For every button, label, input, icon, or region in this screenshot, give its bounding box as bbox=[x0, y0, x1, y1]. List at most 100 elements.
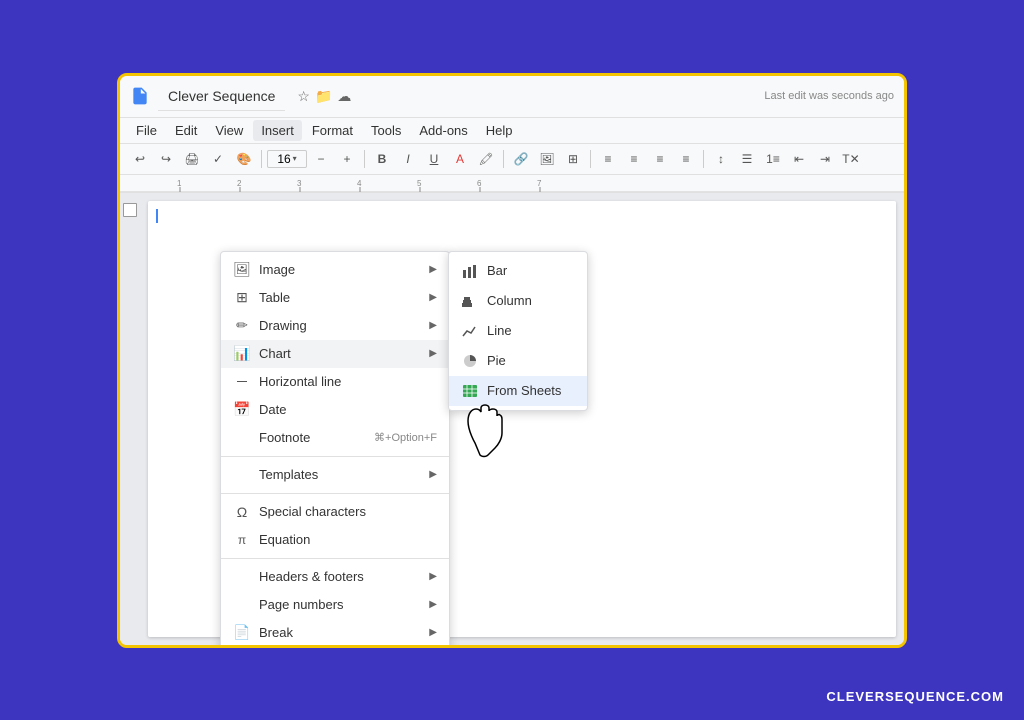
image-menu-icon: 🖼 bbox=[233, 261, 251, 279]
redo-btn[interactable]: ↪ bbox=[154, 147, 178, 171]
font-size-box[interactable]: 16 ▾ bbox=[267, 150, 307, 168]
insert-special-chars-item[interactable]: Ω Special characters bbox=[221, 498, 449, 526]
svg-text:6: 6 bbox=[477, 179, 482, 188]
image-menu-label: Image bbox=[259, 262, 421, 277]
numbered-list-btn[interactable]: 1≡ bbox=[761, 147, 785, 171]
headers-footers-menu-icon bbox=[233, 568, 251, 586]
break-menu-label: Break bbox=[259, 625, 421, 640]
column-chart-icon bbox=[461, 292, 479, 310]
insert-drawing-item[interactable]: ✏ Drawing ▶ bbox=[221, 312, 449, 340]
page-sidebar bbox=[120, 193, 140, 645]
app-window: Clever Sequence ☆ 📁 ☁ Last edit was seco… bbox=[117, 73, 907, 648]
page-numbers-menu-icon bbox=[233, 596, 251, 614]
italic-btn[interactable]: I bbox=[396, 147, 420, 171]
highlight-btn[interactable]: 🖍 bbox=[474, 147, 498, 171]
toolbar-divider-1 bbox=[261, 150, 262, 168]
paint-format-btn[interactable]: 🎨 bbox=[232, 147, 256, 171]
align-justify-btn[interactable]: ≡ bbox=[674, 147, 698, 171]
drawing-menu-icon: ✏ bbox=[233, 317, 251, 335]
doc-icon bbox=[130, 86, 150, 106]
menu-divider-2 bbox=[221, 493, 449, 494]
svg-text:7: 7 bbox=[537, 179, 542, 188]
bullet-list-btn[interactable]: ☰ bbox=[735, 147, 759, 171]
spellcheck-btn[interactable]: ✓ bbox=[206, 147, 230, 171]
menu-edit[interactable]: Edit bbox=[167, 120, 205, 141]
bold-btn[interactable]: B bbox=[370, 147, 394, 171]
chart-submenu: Bar Column bbox=[448, 251, 588, 411]
menu-bar: File Edit View Insert Format Tools Add-o… bbox=[120, 118, 904, 144]
chart-bar-item[interactable]: Bar bbox=[449, 256, 587, 286]
undo-btn[interactable]: ↩ bbox=[128, 147, 152, 171]
templates-menu-icon bbox=[233, 466, 251, 484]
align-right-btn[interactable]: ≡ bbox=[648, 147, 672, 171]
link-btn[interactable]: 🔗 bbox=[509, 147, 533, 171]
font-size-increase[interactable]: + bbox=[335, 147, 359, 171]
content-area: 🖼 Image ▶ ⊞ Table ▶ ✏ Drawing ▶ 📊 Chart … bbox=[120, 193, 904, 645]
menu-view[interactable]: View bbox=[207, 120, 251, 141]
last-edit-label: Last edit was seconds ago bbox=[764, 90, 894, 102]
table-arrow-icon: ▶ bbox=[429, 292, 437, 303]
insert-date-item[interactable]: 📅 Date bbox=[221, 396, 449, 424]
chart-menu-icon: 📊 bbox=[233, 345, 251, 363]
special-chars-menu-icon: Ω bbox=[233, 503, 251, 521]
font-size-value: 16 bbox=[277, 152, 290, 166]
line-spacing-btn[interactable]: ↕ bbox=[709, 147, 733, 171]
equation-menu-icon: π bbox=[233, 531, 251, 549]
text-cursor bbox=[156, 209, 158, 223]
from-sheets-icon bbox=[461, 382, 479, 400]
templates-arrow-icon: ▶ bbox=[429, 469, 437, 480]
chart-column-item[interactable]: Column bbox=[449, 286, 587, 316]
insert-equation-item[interactable]: π Equation bbox=[221, 526, 449, 554]
insert-footnote-item[interactable]: Footnote ⌘+Option+F bbox=[221, 424, 449, 452]
drawing-arrow-icon: ▶ bbox=[429, 320, 437, 331]
align-left-btn[interactable]: ≡ bbox=[596, 147, 620, 171]
equation-menu-label: Equation bbox=[259, 532, 437, 547]
text-color-btn[interactable]: A bbox=[448, 147, 472, 171]
font-size-arrows: ▾ bbox=[293, 154, 297, 163]
table-btn[interactable]: ⊞ bbox=[561, 147, 585, 171]
menu-format[interactable]: Format bbox=[304, 120, 361, 141]
menu-tools[interactable]: Tools bbox=[363, 120, 409, 141]
break-menu-icon: 📄 bbox=[233, 624, 251, 642]
insert-page-numbers-item[interactable]: Page numbers ▶ bbox=[221, 591, 449, 619]
chart-from-sheets-item[interactable]: From Sheets bbox=[449, 376, 587, 406]
menu-addons[interactable]: Add-ons bbox=[411, 120, 475, 141]
date-menu-label: Date bbox=[259, 402, 437, 417]
print-btn[interactable]: 🖨 bbox=[180, 147, 204, 171]
insert-hline-item[interactable]: — Horizontal line bbox=[221, 368, 449, 396]
font-size-decrease[interactable]: − bbox=[309, 147, 333, 171]
cloud-icon[interactable]: ☁ bbox=[337, 88, 351, 105]
break-arrow-icon: ▶ bbox=[429, 627, 437, 638]
page-thumbnail bbox=[123, 203, 137, 217]
insert-image-item[interactable]: 🖼 Image ▶ bbox=[221, 256, 449, 284]
menu-divider-3 bbox=[221, 558, 449, 559]
insert-templates-item[interactable]: Templates ▶ bbox=[221, 461, 449, 489]
chart-pie-item[interactable]: Pie bbox=[449, 346, 587, 376]
insert-table-item[interactable]: ⊞ Table ▶ bbox=[221, 284, 449, 312]
underline-btn[interactable]: U bbox=[422, 147, 446, 171]
menu-help[interactable]: Help bbox=[478, 120, 521, 141]
indent-btn[interactable]: ⇥ bbox=[813, 147, 837, 171]
svg-text:5: 5 bbox=[417, 179, 422, 188]
star-icon[interactable]: ☆ bbox=[297, 88, 310, 105]
insert-headers-footers-item[interactable]: Headers & footers ▶ bbox=[221, 563, 449, 591]
image-btn[interactable]: 🖼 bbox=[535, 147, 559, 171]
special-chars-menu-label: Special characters bbox=[259, 504, 437, 519]
svg-text:4: 4 bbox=[357, 179, 362, 188]
outdent-btn[interactable]: ⇤ bbox=[787, 147, 811, 171]
menu-insert[interactable]: Insert bbox=[253, 120, 302, 141]
align-center-btn[interactable]: ≡ bbox=[622, 147, 646, 171]
chart-menu-label: Chart bbox=[259, 346, 421, 361]
menu-file[interactable]: File bbox=[128, 120, 165, 141]
table-menu-icon: ⊞ bbox=[233, 289, 251, 307]
drawing-menu-label: Drawing bbox=[259, 318, 421, 333]
insert-break-item[interactable]: 📄 Break ▶ bbox=[221, 619, 449, 645]
insert-chart-item[interactable]: 📊 Chart ▶ bbox=[221, 340, 449, 368]
clear-format-btn[interactable]: T✕ bbox=[839, 147, 863, 171]
chart-line-item[interactable]: Line bbox=[449, 316, 587, 346]
ruler: 1 2 3 4 5 6 7 bbox=[120, 175, 904, 193]
date-menu-icon: 📅 bbox=[233, 401, 251, 419]
footnote-menu-icon bbox=[233, 429, 251, 447]
folder-icon[interactable]: 📁 bbox=[315, 88, 332, 105]
title-action-icons: ☆ 📁 ☁ bbox=[297, 88, 351, 105]
